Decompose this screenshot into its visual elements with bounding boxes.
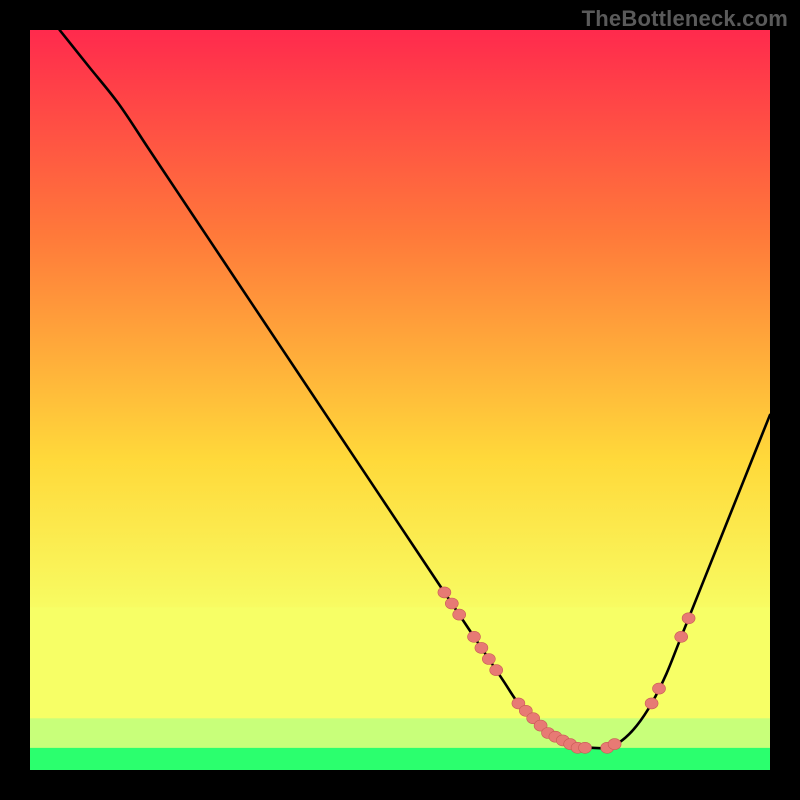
highlight-dot (490, 665, 503, 676)
highlight-dot (645, 698, 658, 709)
band (30, 718, 770, 748)
highlight-dot (579, 742, 592, 753)
highlight-dot (482, 654, 495, 665)
highlight-dot (445, 598, 458, 609)
highlight-dot (682, 613, 695, 624)
highlight-dot (675, 631, 688, 642)
chart-frame: TheBottleneck.com (0, 0, 800, 800)
watermark-text: TheBottleneck.com (582, 6, 788, 32)
highlight-dot (475, 642, 488, 653)
plot-area (30, 30, 770, 770)
highlight-dot (438, 587, 451, 598)
highlight-dot (653, 683, 666, 694)
band (30, 748, 770, 770)
highlight-dot (608, 739, 621, 750)
highlight-dot (468, 631, 481, 642)
highlight-dot (453, 609, 466, 620)
bottleneck-chart (30, 30, 770, 770)
band (30, 607, 770, 718)
